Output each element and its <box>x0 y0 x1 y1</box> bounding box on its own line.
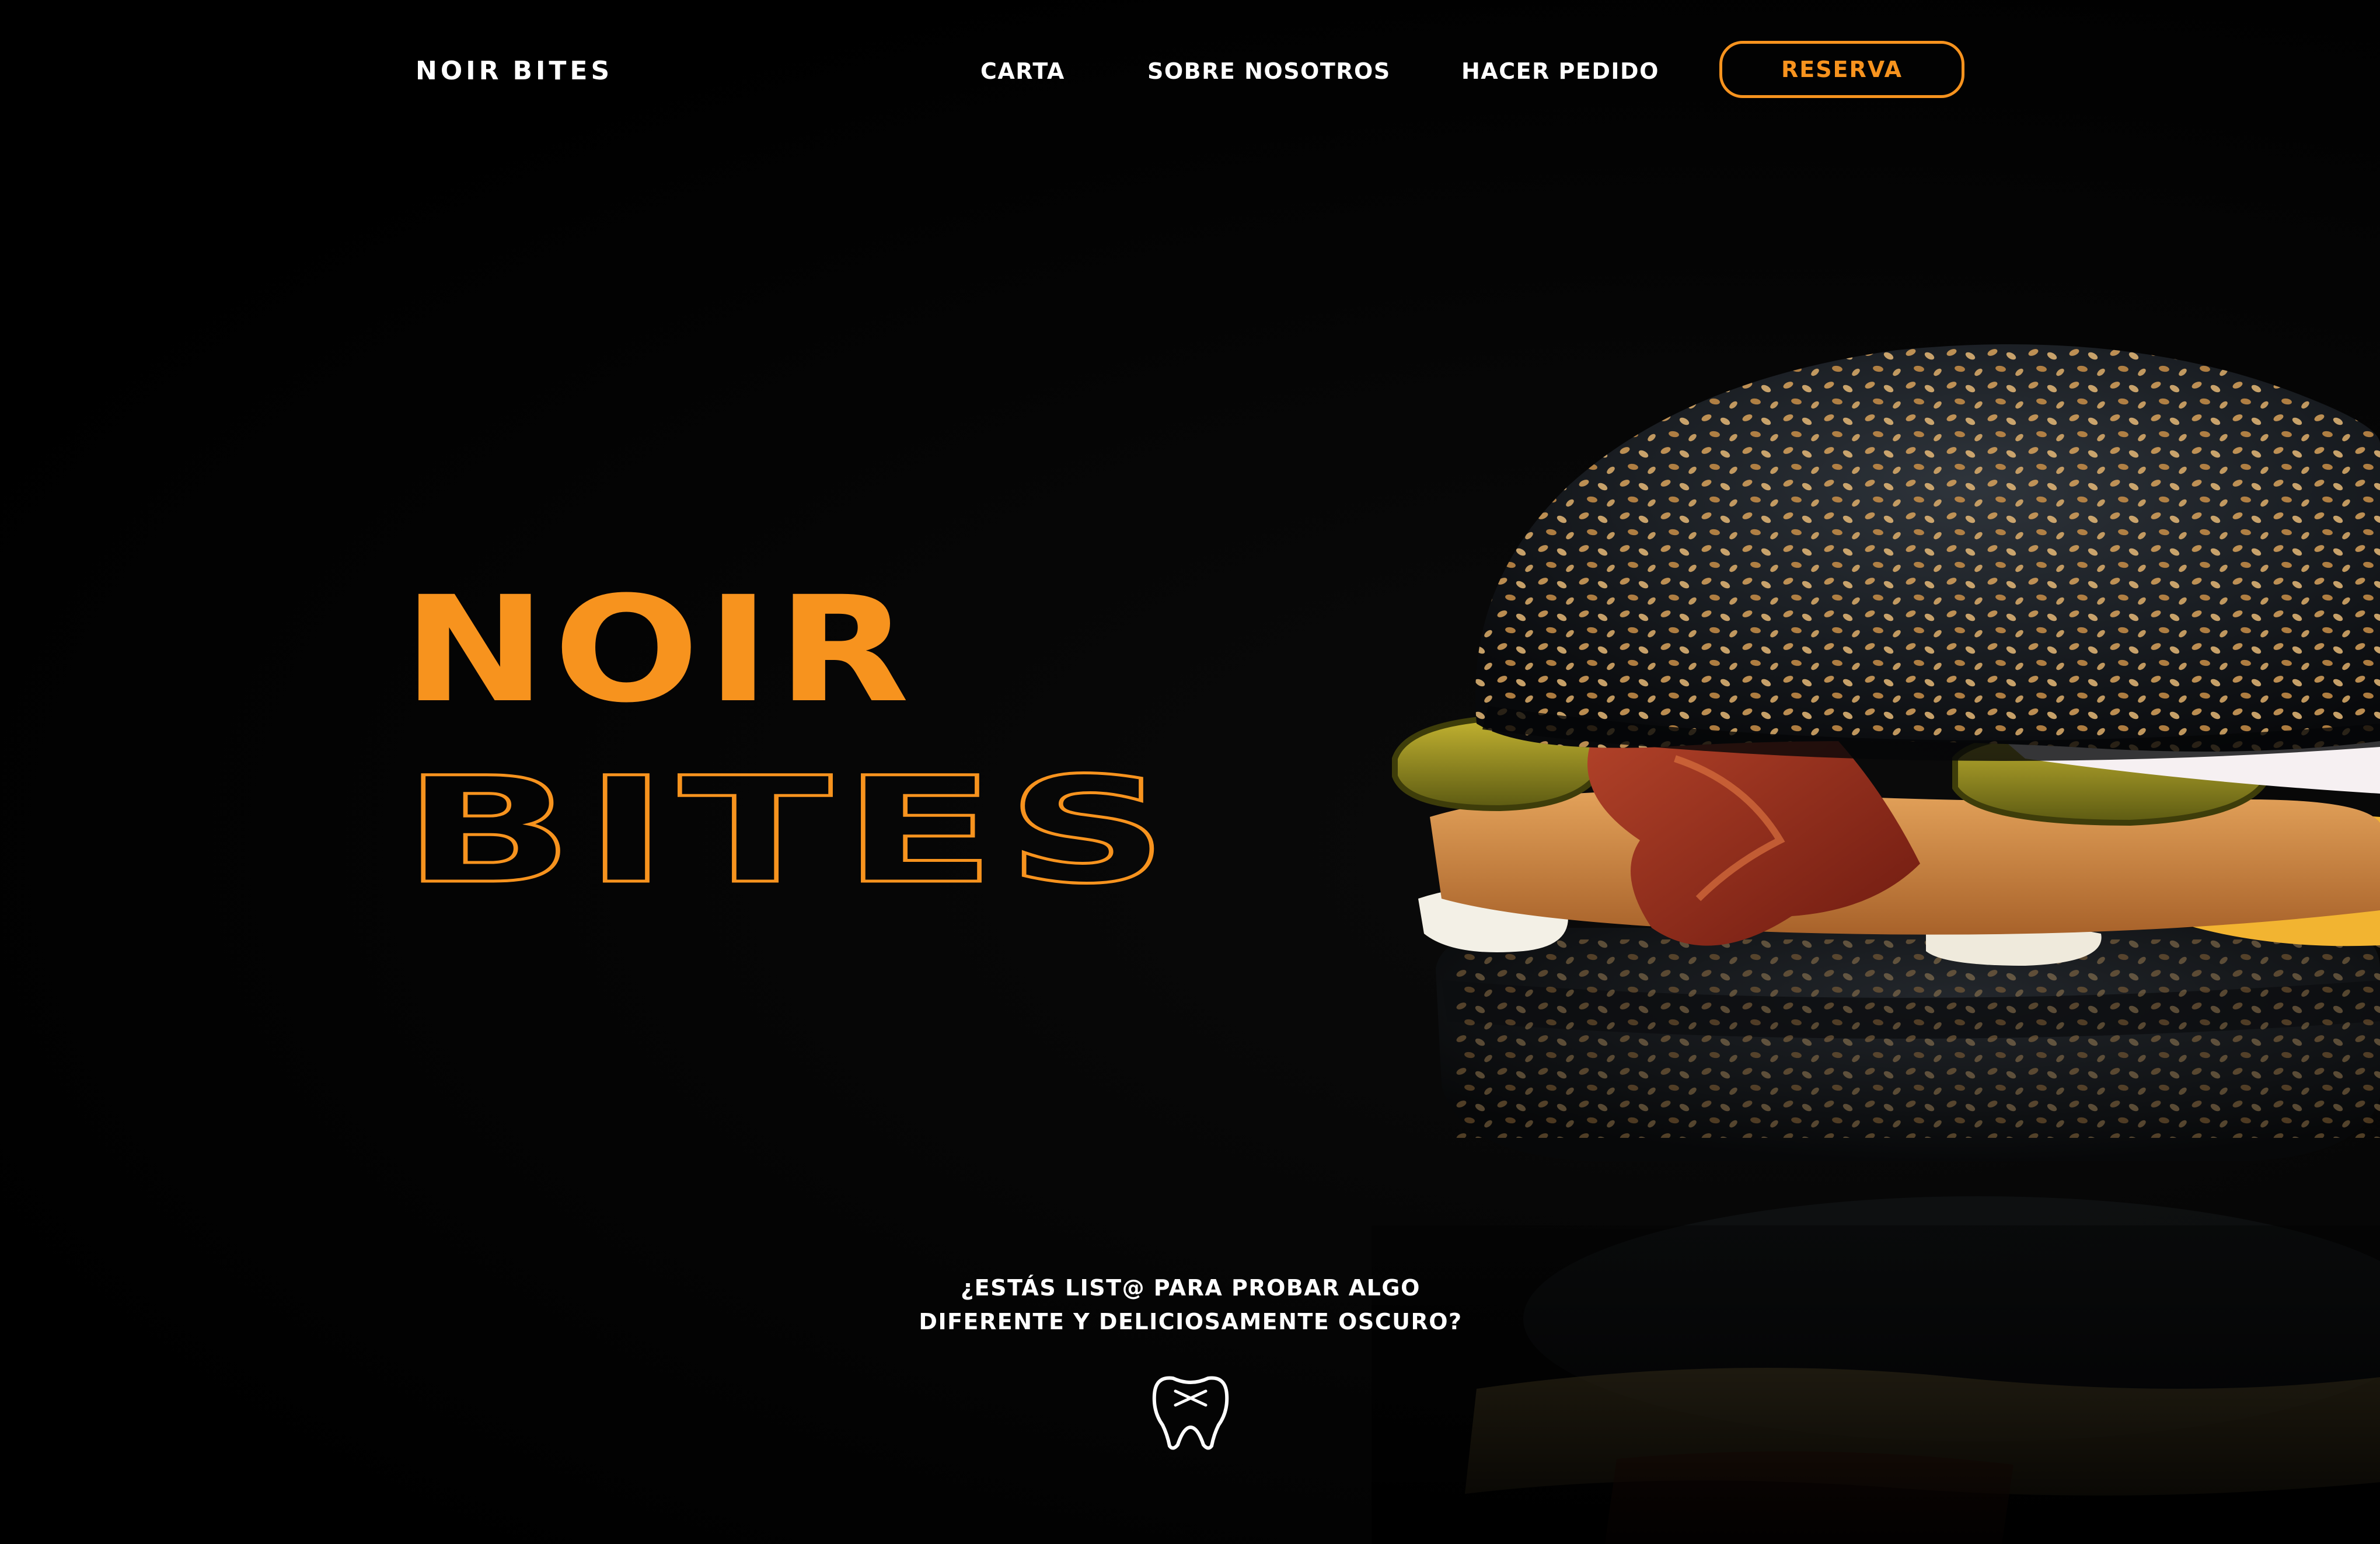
tagline-line-1: ¿ESTÁS LIST@ PARA PROBAR ALGO <box>961 1275 1421 1301</box>
hero-title: NOIR BITES <box>403 578 1220 893</box>
reserva-button[interactable]: RESERVA <box>1719 41 1964 98</box>
hero-tagline: ¿ESTÁS LIST@ PARA PROBAR ALGO DIFERENTE … <box>840 1271 1541 1339</box>
logo-word-bites: BITES <box>512 56 613 86</box>
nav-link-hacer-pedido[interactable]: HACER PEDIDO <box>1461 58 1659 84</box>
logo-word-noir: NOIR <box>416 56 502 86</box>
black-burger-image <box>1372 280 2380 1544</box>
reserva-button-label: RESERVA <box>1781 57 1903 82</box>
nav-link-carta[interactable]: CARTA <box>980 58 1065 84</box>
site-header: NOIR BITES CARTA SOBRE NOSOTROS HACER PED… <box>0 0 2380 140</box>
hero-title-noir: NOIR <box>403 578 916 735</box>
nav-link-sobre-nosotros[interactable]: SOBRE NOSOTROS <box>1147 58 1391 84</box>
hero-title-bites: BITES <box>403 746 1179 893</box>
site-logo[interactable]: NOIR BITES <box>416 56 613 86</box>
tagline-line-2: DIFERENTE Y DELICIOSAMENTE OSCURO? <box>919 1309 1463 1335</box>
tooth-icon[interactable] <box>1150 1371 1231 1453</box>
landing-page: NOIR BITES CARTA SOBRE NOSOTROS HACER PED… <box>0 0 2380 1544</box>
